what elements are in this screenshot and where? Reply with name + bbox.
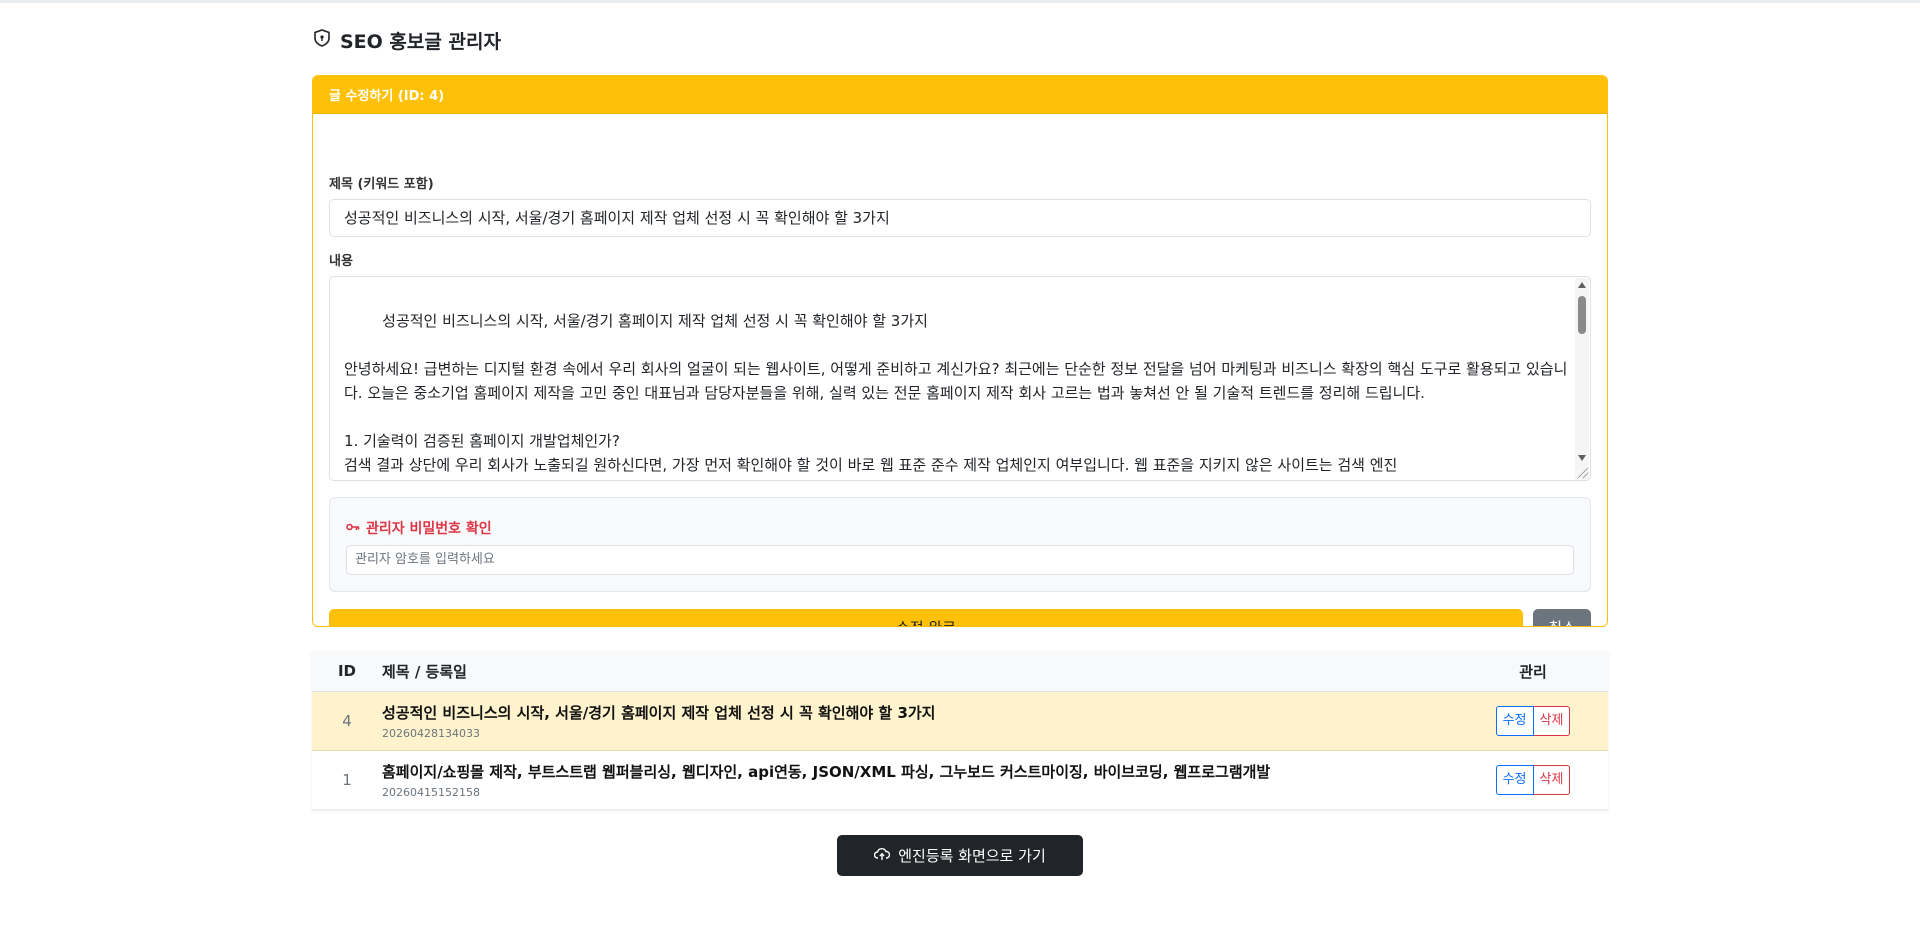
content-text: 성공적인 비즈니스의 시작, 서울/경기 홈페이지 제작 업체 선정 시 꼭 확… xyxy=(344,312,1568,474)
row-id: 1 xyxy=(342,771,352,789)
engine-register-button[interactable]: 엔진등록 화면으로 가기 xyxy=(837,835,1083,876)
table-header: ID 제목 / 등록일 관리 xyxy=(312,651,1608,692)
title-label: 제목 (키워드 포함) xyxy=(329,177,434,192)
delete-button[interactable]: 삭제 xyxy=(1533,706,1571,736)
edit-card-header: 글 수정하기 (ID: 4) xyxy=(313,76,1607,114)
row-title-cell: 성공적인 비즈니스의 시작, 서울/경기 홈페이지 제작 업체 선정 시 꼭 확… xyxy=(382,702,1458,740)
submit-edit-button[interactable]: 수정 완료 xyxy=(329,609,1523,626)
table-row: 1 홈페이지/쇼핑몰 제작, 부트스트랩 웹퍼블리싱, 웹디자인, api연동,… xyxy=(312,751,1608,810)
header-id: ID xyxy=(337,662,357,680)
password-label: 관리자 비밀번호 확인 xyxy=(346,518,492,538)
password-label-text: 관리자 비밀번호 확인 xyxy=(366,521,492,537)
password-input[interactable]: 관리자 암호를 입력하세요 xyxy=(346,545,1574,575)
edit-card: 글 수정하기 (ID: 4) 제목 (키워드 포함) 성공적인 비즈니스의 시작… xyxy=(312,75,1608,627)
key-icon xyxy=(346,520,360,536)
page-title: SEO 홍보글 관리자 xyxy=(312,27,501,54)
posts-table: ID 제목 / 등록일 관리 4 성공적인 비즈니스의 시작, 서울/경기 홈페… xyxy=(312,651,1608,810)
row-title-cell: 홈페이지/쇼핑몰 제작, 부트스트랩 웹퍼블리싱, 웹디자인, api연동, J… xyxy=(382,761,1458,799)
top-border xyxy=(0,0,1920,3)
title-input[interactable]: 성공적인 비즈니스의 시작, 서울/경기 홈페이지 제작 업체 선정 시 꼭 확… xyxy=(329,199,1591,237)
resize-grip-icon[interactable] xyxy=(1578,468,1588,478)
content-label: 내용 xyxy=(329,254,353,269)
scroll-down-icon[interactable] xyxy=(1578,455,1586,461)
shield-icon xyxy=(312,28,332,53)
row-title: 성공적인 비즈니스의 시작, 서울/경기 홈페이지 제작 업체 선정 시 꼭 확… xyxy=(382,704,936,722)
header-manage: 관리 xyxy=(1519,662,1547,681)
page-title-text: SEO 홍보글 관리자 xyxy=(340,31,501,53)
row-actions: 수정 삭제 xyxy=(1458,706,1608,736)
scroll-thumb[interactable] xyxy=(1578,296,1586,334)
cancel-button[interactable]: 취소 xyxy=(1533,609,1591,626)
table-row: 4 성공적인 비즈니스의 시작, 서울/경기 홈페이지 제작 업체 선정 시 꼭… xyxy=(312,692,1608,751)
row-date: 20260415152158 xyxy=(382,786,480,799)
edit-button[interactable]: 수정 xyxy=(1495,706,1534,736)
row-id: 4 xyxy=(342,712,352,730)
engine-button-label: 엔진등록 화면으로 가기 xyxy=(898,847,1046,865)
row-date: 20260428134033 xyxy=(382,727,480,740)
scroll-up-icon[interactable] xyxy=(1578,282,1586,288)
cloud-upload-icon xyxy=(874,847,891,865)
delete-button[interactable]: 삭제 xyxy=(1533,765,1571,795)
content-scrollbar[interactable] xyxy=(1575,278,1589,479)
row-actions: 수정 삭제 xyxy=(1458,765,1608,795)
password-section: 관리자 비밀번호 확인 관리자 암호를 입력하세요 xyxy=(329,497,1591,592)
row-title: 홈페이지/쇼핑몰 제작, 부트스트랩 웹퍼블리싱, 웹디자인, api연동, J… xyxy=(382,763,1271,781)
edit-button[interactable]: 수정 xyxy=(1495,765,1534,795)
content-textarea[interactable]: 성공적인 비즈니스의 시작, 서울/경기 홈페이지 제작 업체 선정 시 꼭 확… xyxy=(329,276,1591,481)
header-title: 제목 / 등록일 xyxy=(382,662,467,681)
